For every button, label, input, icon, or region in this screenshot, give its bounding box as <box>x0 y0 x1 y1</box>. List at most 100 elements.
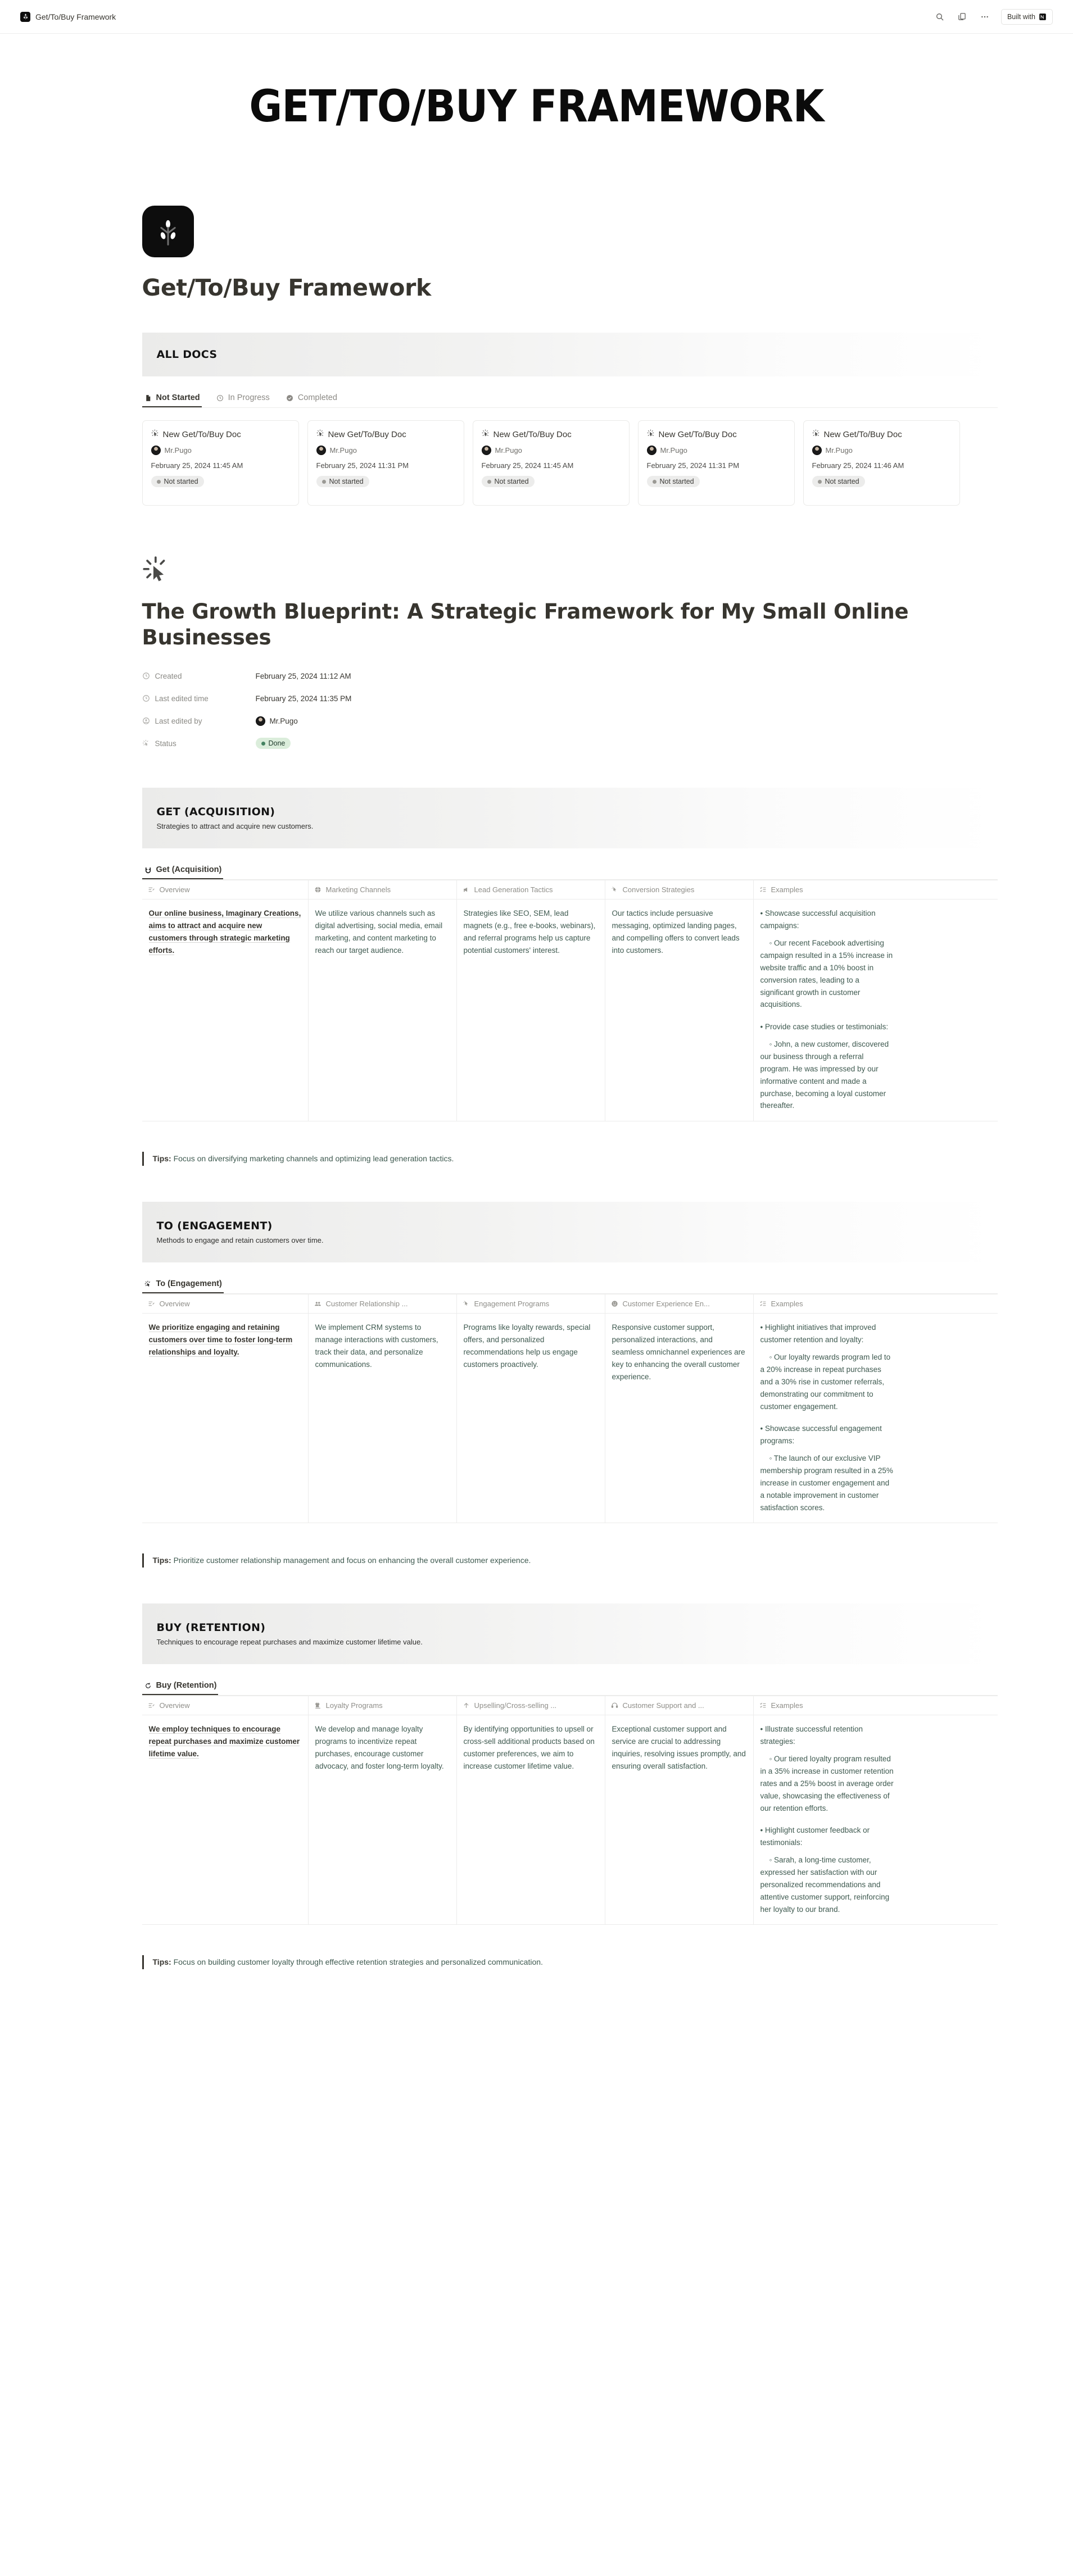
click-cursor-icon <box>482 429 490 439</box>
tab-not-started[interactable]: Not Started <box>142 390 202 407</box>
tab-in-progress[interactable]: In Progress <box>214 390 271 407</box>
column-header-examples[interactable]: Examples <box>754 1696 901 1715</box>
avatar <box>812 446 822 455</box>
magnet-icon <box>144 866 152 874</box>
built-with-notion-button[interactable]: Built with <box>1000 8 1053 25</box>
clock-icon <box>216 394 224 402</box>
column-label: Overview <box>159 1300 190 1309</box>
tab-label: Completed <box>297 393 337 402</box>
section-banner-subtitle: Techniques to encourage repeat purchases… <box>156 1638 423 1647</box>
column-label: Marketing Channels <box>325 885 391 894</box>
tab-label: To (Engagement) <box>156 1279 222 1289</box>
tab-label: In Progress <box>228 393 270 402</box>
column-label: Overview <box>159 1701 190 1710</box>
column-header-examples[interactable]: Examples <box>754 880 901 899</box>
status-dot <box>322 479 326 484</box>
column-header-customer-relationship[interactable]: Customer Relationship ... <box>309 1294 457 1314</box>
column-header-overview[interactable]: Overview <box>142 1696 309 1715</box>
tab-to-engagement[interactable]: To (Engagement) <box>142 1276 224 1293</box>
doc-card-author: Mr.Pugo <box>660 446 687 455</box>
doc-card-title: New Get/To/Buy Doc <box>162 429 241 439</box>
property-status: Status Done <box>142 735 998 752</box>
built-with-label: Built with <box>1007 12 1035 21</box>
property-created: Created February 25, 2024 11:12 AM <box>142 667 998 684</box>
cell-overview: We prioritize engaging and retaining cus… <box>142 1314 309 1523</box>
breadcrumb-title: Get/To/Buy Framework <box>35 12 116 21</box>
status-label: Not started <box>825 478 859 485</box>
click-cursor-icon <box>144 1280 152 1288</box>
database-view-tabs: Not Started In Progress Completed <box>142 390 998 408</box>
property-value: February 25, 2024 11:12 AM <box>255 671 351 680</box>
breadcrumb[interactable]: Get/To/Buy Framework <box>20 11 116 22</box>
example-bullet: • Highlight customer feedback or testimo… <box>760 1826 870 1847</box>
tips-text: Focus on building customer loyalty throu… <box>171 1957 543 1967</box>
click-cursor-icon <box>316 429 324 439</box>
section-view-tabs: Buy (Retention) <box>142 1678 998 1696</box>
doc-card-date: February 25, 2024 11:45 AM <box>481 461 574 470</box>
cell-customer-experience: Responsive customer support, personalize… <box>605 1314 754 1523</box>
cell-customer-support: Exceptional customer support and service… <box>605 1715 754 1925</box>
column-header-overview[interactable]: Overview <box>142 1294 309 1314</box>
column-header-overview[interactable]: Overview <box>142 880 309 899</box>
column-header-conversion-strategies[interactable]: Conversion Strategies <box>605 880 754 899</box>
section-buy-retention: BUY (RETENTION) Techniques to encourage … <box>142 1603 998 1970</box>
table-row: We employ techniques to encourage repeat… <box>142 1715 998 1925</box>
tab-get-acquisition[interactable]: Get (Acquisition) <box>142 862 224 879</box>
column-header-examples[interactable]: Examples <box>754 1294 901 1313</box>
clock-icon <box>142 672 151 680</box>
column-header-customer-support[interactable]: Customer Support and ... <box>605 1696 754 1715</box>
tab-buy-retention[interactable]: Buy (Retention) <box>142 1678 219 1695</box>
column-header-upselling-cross-selling[interactable]: Upselling/Cross-selling ... <box>457 1696 605 1715</box>
doc-card[interactable]: New Get/To/Buy Doc Mr.Pugo February 25, … <box>637 420 795 506</box>
database-title: Get/To/Buy Framework <box>142 274 432 301</box>
tab-label: Buy (Retention) <box>156 1681 217 1691</box>
section-banner: BUY (RETENTION) Techniques to encourage … <box>142 1603 998 1665</box>
search-icon[interactable] <box>934 11 946 23</box>
column-header-customer-experience[interactable]: Customer Experience En... <box>605 1294 754 1314</box>
column-header-loyalty-programs[interactable]: Loyalty Programs <box>309 1696 457 1715</box>
more-horizontal-icon[interactable] <box>979 11 991 23</box>
column-label: Engagement Programs <box>474 1300 550 1309</box>
doc-card[interactable]: New Get/To/Buy Doc Mr.Pugo February 25, … <box>472 420 630 506</box>
section-banner: TO (ENGAGEMENT) Methods to engage and re… <box>142 1202 998 1263</box>
status-dot <box>487 479 491 484</box>
arrow-up-icon <box>463 1702 470 1710</box>
example-subbullet: ◦ Our tiered loyalty program resulted in… <box>760 1755 894 1812</box>
cover-title: GET/TO/BUY FRAMEWORK <box>249 81 824 132</box>
status-dot <box>817 479 822 484</box>
status-label: Not started <box>164 478 198 485</box>
section-banner-title: BUY (RETENTION) <box>156 1621 266 1634</box>
doc-card[interactable]: New Get/To/Buy Doc Mr.Pugo February 25, … <box>307 420 464 506</box>
tips-callout: Tips: Focus on diversifying marketing ch… <box>142 1152 998 1166</box>
click-cursor-icon <box>647 429 655 439</box>
column-header-engagement-programs[interactable]: Engagement Programs <box>457 1294 605 1314</box>
tab-label: Not Started <box>156 393 200 402</box>
all-docs-banner: ALL DOCS <box>142 333 998 376</box>
column-header-marketing-channels[interactable]: Marketing Channels <box>309 880 457 899</box>
example-subbullet: ◦ John, a new customer, discovered our b… <box>760 1040 889 1110</box>
tips-text: Prioritize customer relationship managem… <box>171 1556 531 1565</box>
example-bullet: • Provide case studies or testimonials: <box>760 1023 889 1032</box>
tab-completed[interactable]: Completed <box>284 390 339 407</box>
cell-lead-generation-tactics: Strategies like SEO, SEM, lead magnets (… <box>457 899 605 1121</box>
section-banner-subtitle: Strategies to attract and acquire new cu… <box>156 822 314 831</box>
column-header-lead-generation-tactics[interactable]: Lead Generation Tactics <box>457 880 605 899</box>
doc-card[interactable]: New Get/To/Buy Doc Mr.Pugo February 25, … <box>803 420 960 506</box>
all-docs-banner-title: ALL DOCS <box>156 348 218 361</box>
click-cursor-icon <box>812 429 820 439</box>
section-view-tabs: To (Engagement) <box>142 1276 998 1294</box>
status-badge: Not started <box>812 476 865 487</box>
property-label: Created <box>155 671 182 680</box>
megaphone-icon <box>463 886 470 894</box>
doc-card[interactable]: New Get/To/Buy Doc Mr.Pugo February 25, … <box>142 420 299 506</box>
section-table: Overview Customer Relationship ... Engag… <box>142 1294 998 1524</box>
checklist-icon <box>759 1300 767 1308</box>
clock-icon <box>142 694 151 703</box>
section-banner: GET (ACQUISITION) Strategies to attract … <box>142 788 998 849</box>
cell-engagement-programs: Programs like loyalty rewards, special o… <box>457 1314 605 1523</box>
duplicate-icon[interactable] <box>956 11 968 23</box>
doc-card-date: February 25, 2024 11:31 PM <box>316 461 409 470</box>
cell-text: We prioritize engaging and retaining cus… <box>148 1323 293 1357</box>
status-label: Done <box>268 739 286 748</box>
status-dot <box>652 479 657 484</box>
